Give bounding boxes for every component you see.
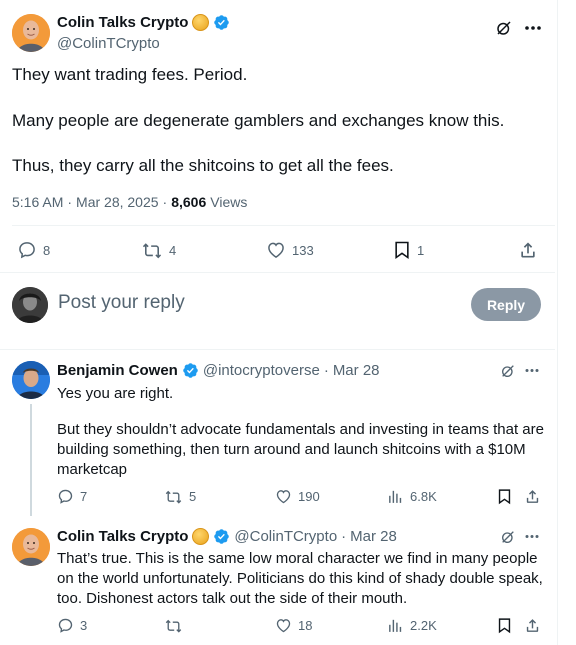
grok-icon[interactable] bbox=[495, 19, 513, 37]
bookmark-icon bbox=[393, 240, 411, 260]
more-options-icon[interactable] bbox=[524, 25, 542, 31]
reply-icon bbox=[17, 240, 37, 260]
views-action[interactable]: 6.8K bbox=[387, 488, 437, 505]
views-label: Views bbox=[210, 194, 248, 210]
author-name[interactable]: Colin Talks Crypto bbox=[57, 14, 188, 31]
analytics-icon bbox=[387, 617, 404, 634]
reply-text-paragraph-1: That’s true. This is the same low moral … bbox=[57, 550, 543, 607]
reply-author-name[interactable]: Colin Talks Crypto bbox=[57, 528, 188, 545]
repost-icon bbox=[141, 240, 163, 260]
reply-count: 8 bbox=[43, 242, 51, 258]
reply-action[interactable]: 3 bbox=[57, 617, 87, 634]
meta-separator: · bbox=[341, 528, 347, 545]
meta-separator: · bbox=[162, 194, 168, 210]
reply-icon bbox=[57, 617, 74, 634]
like-count: 18 bbox=[298, 618, 313, 633]
gold-coin-badge-icon bbox=[192, 528, 210, 545]
reply-date[interactable]: Mar 28 bbox=[333, 362, 380, 379]
bookmark-count: 1 bbox=[417, 242, 425, 258]
repost-action[interactable] bbox=[164, 617, 189, 634]
reply-author-avatar[interactable] bbox=[12, 361, 50, 399]
like-action[interactable]: 18 bbox=[275, 617, 312, 634]
bookmark-icon[interactable] bbox=[497, 617, 512, 634]
more-options-icon[interactable] bbox=[524, 534, 540, 539]
verified-badge-icon bbox=[213, 528, 230, 545]
current-user-avatar[interactable] bbox=[12, 287, 48, 323]
post-time[interactable]: 5:16 AM bbox=[12, 194, 63, 210]
reply-date[interactable]: Mar 28 bbox=[350, 528, 397, 545]
grok-icon[interactable] bbox=[500, 363, 516, 379]
reply-action[interactable]: 7 bbox=[57, 488, 87, 505]
like-count: 133 bbox=[292, 242, 314, 258]
verified-badge-icon bbox=[213, 14, 230, 31]
reply-author-handle[interactable]: @intocryptoverse bbox=[203, 362, 320, 379]
reply-author-handle[interactable]: @ColinTCrypto bbox=[234, 528, 337, 545]
reply-action[interactable]: 8 bbox=[17, 240, 50, 260]
thread-connector bbox=[30, 404, 32, 516]
views-count: 8,606 bbox=[171, 194, 207, 210]
post-meta: 5:16 AM · Mar 28, 2025 · 8,606 Views bbox=[12, 194, 247, 210]
reply-count: 7 bbox=[80, 489, 88, 504]
bookmark-action[interactable]: 1 bbox=[393, 240, 424, 260]
analytics-icon bbox=[387, 488, 404, 505]
gold-coin-badge-icon bbox=[192, 14, 210, 31]
reply-author-name[interactable]: Benjamin Cowen bbox=[57, 362, 178, 379]
divider bbox=[0, 272, 555, 273]
repost-count: 4 bbox=[169, 242, 177, 258]
heart-icon bbox=[266, 240, 286, 260]
meta-separator: · bbox=[67, 194, 73, 210]
post-text-line-1: They want trading fees. Period. bbox=[12, 65, 248, 84]
heart-icon bbox=[275, 617, 292, 634]
bookmark-icon[interactable] bbox=[497, 488, 512, 505]
reply-input[interactable]: Post your reply bbox=[58, 292, 185, 314]
divider bbox=[0, 349, 555, 350]
reply-count: 3 bbox=[80, 618, 88, 633]
share-icon[interactable] bbox=[518, 240, 538, 260]
repost-icon bbox=[164, 617, 183, 634]
like-action[interactable]: 190 bbox=[275, 488, 320, 505]
more-options-icon[interactable] bbox=[524, 368, 540, 373]
reply-icon bbox=[57, 488, 74, 505]
verified-badge-icon bbox=[182, 362, 199, 379]
repost-action[interactable]: 5 bbox=[164, 488, 196, 505]
repost-count: 5 bbox=[189, 489, 197, 504]
reply-text-paragraph-1: Yes you are right. bbox=[57, 385, 174, 402]
like-action[interactable]: 133 bbox=[266, 240, 314, 260]
grok-icon[interactable] bbox=[500, 529, 516, 545]
scrollbar-track[interactable] bbox=[557, 0, 558, 645]
meta-separator: · bbox=[323, 362, 329, 379]
repost-action[interactable]: 4 bbox=[141, 240, 176, 260]
author-handle[interactable]: @ColinTCrypto bbox=[57, 35, 160, 52]
share-icon[interactable] bbox=[524, 617, 541, 634]
reply-text-paragraph-2: But they shouldn’t advocate fundamentals… bbox=[57, 421, 544, 478]
divider bbox=[12, 225, 555, 226]
post-text-line-3: Thus, they carry all the shitcoins to ge… bbox=[12, 156, 394, 175]
reply-button[interactable]: Reply bbox=[471, 288, 541, 321]
views-count: 2.2K bbox=[410, 618, 437, 633]
post-date[interactable]: Mar 28, 2025 bbox=[76, 194, 159, 210]
views-action[interactable]: 2.2K bbox=[387, 617, 437, 634]
reply-author-avatar[interactable] bbox=[12, 528, 50, 566]
views-count: 6.8K bbox=[410, 489, 437, 504]
repost-icon bbox=[164, 488, 183, 505]
share-icon[interactable] bbox=[524, 488, 541, 505]
like-count: 190 bbox=[298, 489, 320, 504]
post-text-line-2: Many people are degenerate gamblers and … bbox=[12, 111, 505, 130]
author-avatar[interactable] bbox=[12, 14, 50, 52]
heart-icon bbox=[275, 488, 292, 505]
